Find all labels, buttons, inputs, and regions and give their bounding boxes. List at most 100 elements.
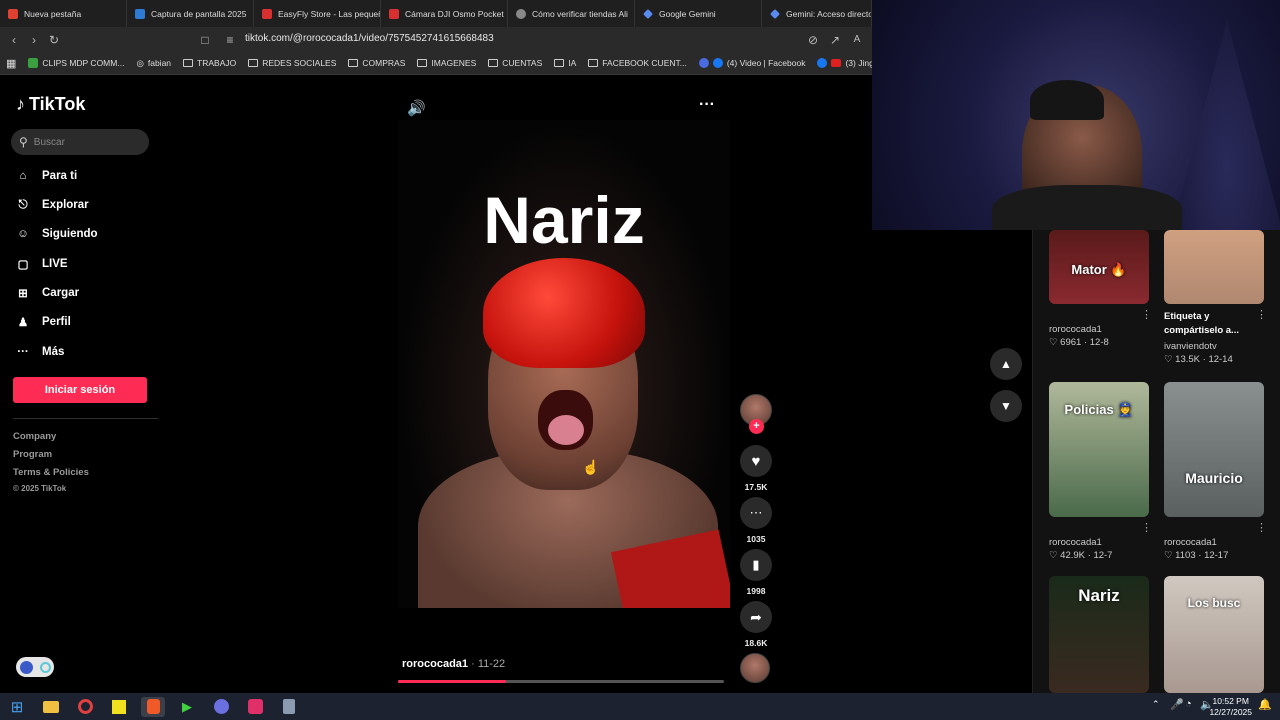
related-user[interactable]: rorococada1: [1164, 537, 1217, 548]
related-thumbnail[interactable]: Nariz: [1049, 576, 1149, 693]
footer-company-link[interactable]: Company: [13, 431, 56, 442]
get-app-toggle[interactable]: [16, 657, 54, 677]
more-options-icon[interactable]: ⋮: [1256, 521, 1267, 534]
share-count: 18.6K: [744, 638, 768, 648]
previous-video-button[interactable]: ▲: [990, 348, 1022, 380]
nav-siguiendo[interactable]: ☺ Siguiendo: [15, 226, 97, 242]
calculator-icon[interactable]: [277, 697, 301, 717]
url-field[interactable]: tiktok.com/@rorococada1/video/7575452741…: [245, 33, 494, 44]
tab-strip: Nueva pestaña Captura de pantalla 2025 E…: [0, 0, 872, 27]
bookmark-folder[interactable]: IA: [548, 58, 582, 68]
nav-explorar[interactable]: ⎋ Explorar: [15, 197, 88, 213]
related-thumbnail[interactable]: [1164, 230, 1264, 304]
like-button[interactable]: ♥ 17.5K: [740, 445, 772, 492]
related-thumbnail[interactable]: Mauricio: [1164, 382, 1264, 517]
bookmark-icon: ▮: [740, 549, 772, 581]
comment-button[interactable]: ⋯ 1035: [740, 497, 772, 544]
save-count: 1998: [746, 586, 766, 596]
nav-mas[interactable]: ··· Más: [15, 344, 64, 360]
brave-browser-icon[interactable]: [141, 696, 165, 717]
login-button[interactable]: Iniciar sesión: [13, 377, 147, 403]
next-video-button[interactable]: ▼: [990, 390, 1022, 422]
follow-plus-icon[interactable]: +: [749, 419, 764, 434]
site-settings-icon[interactable]: ≡: [220, 33, 240, 47]
mute-icon[interactable]: ⊘: [803, 33, 823, 47]
back-icon[interactable]: ‹: [4, 33, 24, 47]
bookmark-folder[interactable]: REDES SOCIALES: [242, 58, 342, 68]
discord-icon[interactable]: [209, 697, 233, 717]
folder-icon: [588, 59, 599, 67]
save-button[interactable]: ▮ 1998: [740, 549, 772, 596]
bookmark-folder[interactable]: TRABAJO: [177, 58, 242, 68]
related-user[interactable]: ivanviendotv: [1164, 341, 1217, 352]
share-button[interactable]: ➦ 18.6K: [740, 601, 772, 648]
browser-tab[interactable]: Gemini: Acceso directo a: [762, 0, 872, 27]
open-external-icon[interactable]: ↗: [825, 33, 845, 47]
system-clock[interactable]: 10:52 PM 12/27/2025: [1209, 696, 1252, 718]
tiktok-logo[interactable]: ♪ TikTok: [16, 94, 85, 115]
browser-tab[interactable]: Cámara DJI Osmo Pocket: [381, 0, 508, 27]
media-player-icon[interactable]: ▶: [175, 697, 199, 717]
related-title[interactable]: Etiqueta y compártiselo a...: [1164, 310, 1264, 338]
chrome-icon[interactable]: [73, 697, 97, 717]
nav-para-ti[interactable]: ⌂ Para ti: [15, 168, 78, 184]
bookmark-folder[interactable]: FACEBOOK CUENT...: [582, 58, 693, 68]
tray-chevron-icon[interactable]: ⌃: [1152, 699, 1160, 710]
author-avatar[interactable]: +: [740, 394, 772, 434]
folder-icon: [248, 59, 259, 67]
christmas-tree: [1172, 20, 1280, 230]
bookmark-folder[interactable]: CUENTAS: [482, 58, 548, 68]
related-user[interactable]: rorococada1: [1049, 537, 1102, 548]
windows-start-icon[interactable]: ⊞: [5, 697, 29, 717]
related-videos-panel: Mator 🔥 ⋮ ⋮ Etiqueta y compártiselo a...…: [1032, 230, 1280, 693]
video-progress-bar[interactable]: [398, 680, 724, 683]
browser-tab[interactable]: Google Gemini: [635, 0, 762, 27]
bookmark-item[interactable]: CLIPS MDP COMM...: [22, 58, 130, 68]
more-options-icon[interactable]: ⋮: [1141, 521, 1152, 534]
webcam-overlay: [872, 0, 1280, 230]
browser-tab[interactable]: Nueva pestaña: [0, 0, 127, 27]
search-input[interactable]: ⚲ Buscar: [11, 129, 149, 155]
folder-icon: [417, 59, 428, 67]
bookmark-icon[interactable]: □: [195, 33, 215, 47]
apps-grid-icon[interactable]: ▦: [0, 57, 22, 70]
nav-live[interactable]: ▢ LIVE: [15, 256, 68, 272]
file-explorer-icon[interactable]: [39, 697, 63, 717]
video-caption-overlay: Nariz: [483, 183, 645, 257]
following-icon: ☺: [17, 228, 29, 240]
sticky-notes-icon[interactable]: [107, 697, 131, 717]
more-options-icon[interactable]: ···: [699, 96, 715, 114]
related-thumbnail[interactable]: Los busc: [1164, 576, 1264, 693]
browser-tab[interactable]: Captura de pantalla 2025: [127, 0, 254, 27]
related-user[interactable]: rorococada1: [1049, 324, 1102, 335]
wifi-icon[interactable]: ◔: [1185, 698, 1192, 710]
bookmark-item[interactable]: (4) Video | Facebook: [693, 58, 812, 68]
avatar: [740, 653, 770, 683]
translate-icon[interactable]: A: [847, 34, 867, 45]
nav-perfil[interactable]: ♟ Perfil: [15, 314, 71, 330]
music-disc[interactable]: [740, 653, 772, 683]
footer-terms-link[interactable]: Terms & Policies: [13, 467, 89, 478]
browser-tab[interactable]: Cómo verificar tiendas Ali: [508, 0, 635, 27]
footer-program-link[interactable]: Program: [13, 449, 52, 460]
microphone-icon[interactable]: 🎤: [1170, 698, 1184, 711]
volume-icon[interactable]: 🔊: [407, 99, 426, 117]
reload-icon[interactable]: ↻: [44, 33, 64, 47]
gemini-icon: [770, 8, 780, 19]
tab-favicon-icon: [262, 8, 272, 19]
bookmark-item[interactable]: ◎ fabian: [130, 58, 177, 69]
forward-icon[interactable]: ›: [24, 33, 44, 47]
bookmark-folder[interactable]: IMAGENES: [411, 58, 482, 68]
video-author[interactable]: rorococada1 · 11-22: [402, 658, 505, 670]
folder-icon: [488, 59, 499, 67]
more-options-icon[interactable]: ⋮: [1141, 308, 1152, 321]
tiktok-app-icon[interactable]: [243, 697, 267, 717]
related-thumbnail[interactable]: Mator 🔥: [1049, 230, 1149, 304]
nav-cargar[interactable]: ⊞ Cargar: [15, 285, 79, 301]
related-thumbnail[interactable]: Policias 👮: [1049, 382, 1149, 517]
sidebar: ♪ TikTok ⚲ Buscar ⌂ Para ti ⎋ Explorar ☺ Si…: [0, 76, 165, 693]
bookmark-folder[interactable]: COMPRAS: [342, 58, 411, 68]
browser-tab[interactable]: EasyFly Store - Las pequeñ: [254, 0, 381, 27]
tab-favicon-icon: [8, 8, 18, 19]
notification-bell-icon[interactable]: 🔔: [1258, 698, 1272, 711]
